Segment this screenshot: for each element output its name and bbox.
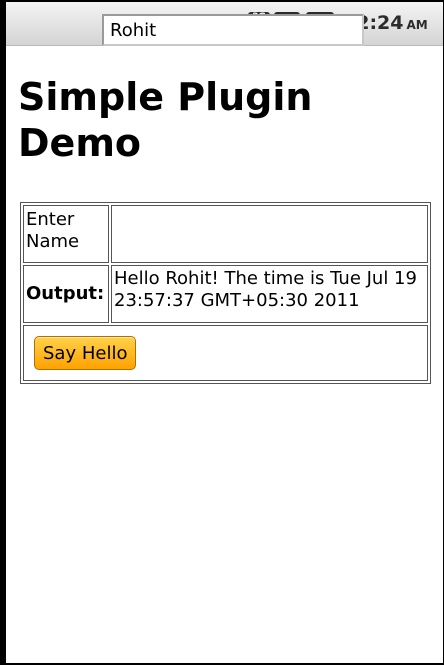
form-table: Enter Name Output: Hello Rohit! The time… [20, 202, 431, 384]
name-input-cell [111, 205, 428, 263]
name-row: Enter Name [23, 205, 428, 263]
output-label: Output: [26, 283, 105, 304]
app-screen: 3G 12:24AM Simple Plugin Demo [6, 2, 443, 663]
button-cell: Say Hello [23, 325, 428, 381]
button-row: Say Hello [23, 325, 428, 381]
output-label-cell: Output: [23, 265, 109, 323]
say-hello-button[interactable]: Say Hello [34, 336, 137, 370]
name-label: Enter Name [23, 205, 109, 263]
clock-ampm: AM [406, 18, 428, 32]
page-title: Simple Plugin Demo [18, 75, 313, 165]
output-row: Output: Hello Rohit! The time is Tue Jul… [23, 265, 428, 323]
name-input[interactable] [102, 14, 364, 46]
output-text: Hello Rohit! The time is Tue Jul 19 23:5… [111, 265, 428, 323]
